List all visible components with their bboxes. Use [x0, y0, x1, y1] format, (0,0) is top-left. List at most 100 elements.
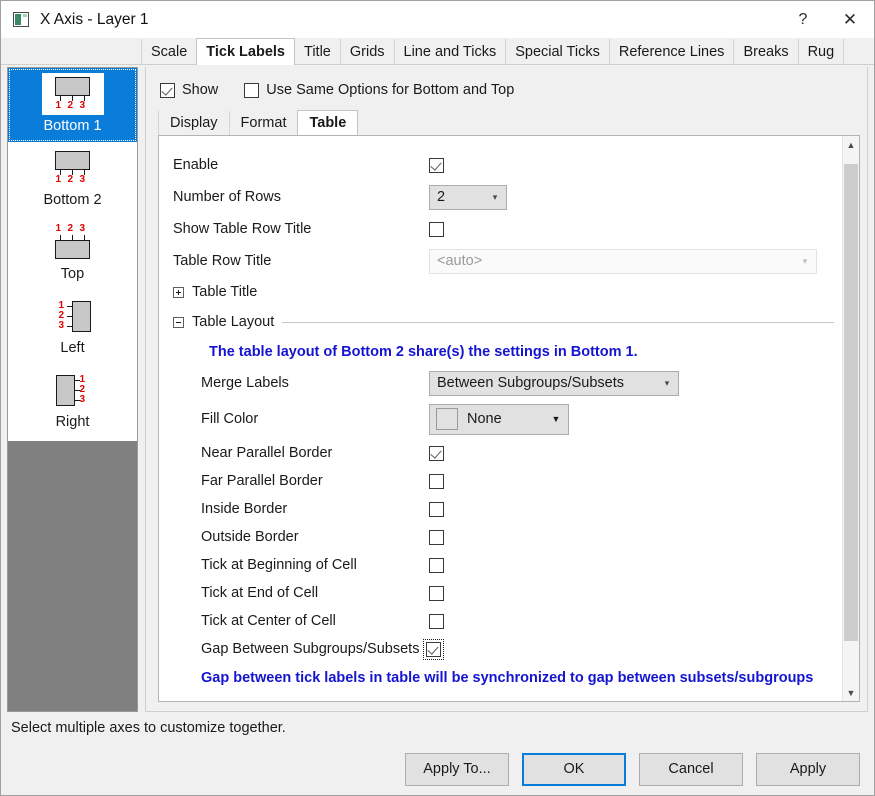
- merge-labels-combobox[interactable]: Between Subgroups/Subsets ▾: [429, 370, 679, 396]
- tab-display[interactable]: Display: [158, 111, 230, 135]
- use-same-options-checkbox-group[interactable]: Use Same Options for Bottom and Top: [244, 82, 514, 98]
- table-row-title-label: Table Row Title: [173, 253, 272, 269]
- axis-item-bottom-2[interactable]: 1 2 3 Bottom 2: [8, 142, 137, 216]
- tab-rug[interactable]: Rug: [797, 39, 845, 65]
- axis-left-glyph: 1 2 3: [41, 295, 104, 337]
- glyph-tick-3: 3: [79, 394, 86, 405]
- gap-note-row: Gap between tick labels in table will be…: [159, 663, 842, 693]
- help-icon[interactable]: ?: [780, 2, 826, 38]
- near-parallel-border-checkbox[interactable]: [429, 445, 444, 461]
- close-icon[interactable]: ✕: [826, 2, 874, 38]
- merge-labels-label: Merge Labels: [201, 375, 289, 391]
- settings-vertical-scrollbar[interactable]: ▲ ▼: [842, 136, 859, 701]
- cancel-button[interactable]: Cancel: [639, 752, 743, 786]
- row-gap-between-subgroups-subsets: Gap Between Subgroups/Subsets: [159, 635, 842, 663]
- far-parallel-border-checkbox[interactable]: [429, 473, 444, 489]
- tab-breaks[interactable]: Breaks: [733, 39, 799, 65]
- axis-dialog-icon: [13, 12, 29, 27]
- axis-selector-list[interactable]: 1 2 3 Bottom 1 1 2 3 Bottom 2 1 2 3 Top …: [7, 67, 138, 712]
- fill-color-label: Fill Color: [201, 411, 259, 427]
- tick-at-end-of-cell-checkbox[interactable]: [429, 585, 444, 601]
- inside-border-checkbox[interactable]: [429, 501, 444, 517]
- chevron-down-icon: ▾: [492, 191, 498, 202]
- row-enable: Enable: [159, 149, 842, 181]
- tab-special-ticks[interactable]: Special Ticks: [505, 39, 610, 65]
- number-of-rows-combobox[interactable]: 2 ▾: [429, 184, 507, 210]
- axis-dialog-window: X Axis - Layer 1 ? ✕ Scale Tick Labels T…: [0, 0, 875, 796]
- tab-reference-lines[interactable]: Reference Lines: [608, 39, 735, 65]
- tick-at-center-of-cell-checkbox[interactable]: [429, 613, 444, 629]
- show-checkbox[interactable]: [160, 82, 175, 98]
- tab-grids[interactable]: Grids: [339, 39, 395, 65]
- gap-between-subgroups-subsets-label: Gap Between Subgroups/Subsets: [201, 641, 420, 657]
- glyph-tick-3: 3: [79, 100, 86, 111]
- caret-down-icon: ▼: [551, 414, 561, 424]
- group-table-title[interactable]: Table Title: [159, 277, 842, 307]
- glyph-tick-3: 3: [79, 223, 86, 234]
- table-title-group-label: Table Title: [192, 284, 258, 300]
- tab-scale[interactable]: Scale: [141, 39, 198, 65]
- pane-top-options: Show Use Same Options for Bottom and Top: [146, 67, 867, 101]
- glyph-tick-2: 2: [67, 223, 74, 234]
- axis-item-top[interactable]: 1 2 3 Top: [8, 216, 137, 290]
- group-table-layout[interactable]: Table Layout: [159, 307, 842, 337]
- share-note-row: The table layout of Bottom 2 share(s) th…: [159, 337, 842, 367]
- glyph-tick-1: 1: [55, 223, 62, 234]
- tick-at-beginning-of-cell-label: Tick at Beginning of Cell: [201, 557, 357, 573]
- scroll-down-icon[interactable]: ▼: [843, 684, 859, 701]
- row-merge-labels: Merge Labels Between Subgroups/Subsets ▾: [159, 367, 842, 399]
- apply-to-button[interactable]: Apply To...: [405, 752, 509, 786]
- enable-checkbox[interactable]: [429, 157, 444, 173]
- row-tick-at-center-of-cell: Tick at Center of Cell: [159, 607, 842, 635]
- far-parallel-border-label: Far Parallel Border: [201, 473, 323, 489]
- glyph-tick-3: 3: [79, 174, 86, 185]
- row-inside-border: Inside Border: [159, 495, 842, 523]
- inner-tab-strip: Display Format Table: [158, 110, 867, 135]
- glyph-tick-2: 2: [67, 100, 74, 111]
- near-parallel-border-label: Near Parallel Border: [201, 445, 333, 461]
- tick-at-beginning-of-cell-checkbox[interactable]: [429, 557, 444, 573]
- fill-color-value: None: [467, 411, 502, 427]
- status-bar: Select multiple axes to customize togeth…: [1, 713, 874, 743]
- table-settings-content: Enable Number of Rows 2 ▾ Show Table Row: [159, 136, 842, 701]
- axis-item-bottom-1[interactable]: 1 2 3 Bottom 1: [8, 68, 137, 142]
- row-far-parallel-border: Far Parallel Border: [159, 467, 842, 495]
- axis-item-right[interactable]: 1 2 3 Right: [8, 364, 137, 438]
- merge-labels-value: Between Subgroups/Subsets: [437, 375, 625, 391]
- tab-title[interactable]: Title: [294, 39, 341, 65]
- gap-note: Gap between tick labels in table will be…: [201, 670, 814, 686]
- table-row-title-value: <auto>: [437, 253, 483, 269]
- tab-line-and-ticks[interactable]: Line and Ticks: [393, 39, 507, 65]
- scrollbar-track[interactable]: [843, 153, 859, 684]
- show-table-row-title-checkbox[interactable]: [429, 221, 444, 237]
- use-same-options-checkbox[interactable]: [244, 82, 260, 98]
- expand-plus-icon[interactable]: [173, 286, 184, 298]
- number-of-rows-value: 2: [437, 189, 446, 205]
- color-swatch: [436, 408, 458, 430]
- scrollbar-thumb[interactable]: [844, 164, 858, 641]
- glyph-tick-3: 3: [58, 320, 65, 331]
- axis-item-left[interactable]: 1 2 3 Left: [8, 290, 137, 364]
- scroll-up-icon[interactable]: ▲: [843, 136, 859, 153]
- table-layout-group-label: Table Layout: [192, 314, 275, 330]
- tab-table[interactable]: Table: [297, 110, 359, 135]
- tab-format[interactable]: Format: [228, 111, 299, 135]
- row-table-row-title: Table Row Title <auto> ▾: [159, 245, 842, 277]
- number-of-rows-label: Number of Rows: [173, 189, 281, 205]
- tick-labels-pane: Show Use Same Options for Bottom and Top…: [145, 67, 868, 712]
- glyph-tick-1: 1: [55, 174, 62, 185]
- dialog-button-bar: Apply To... OK Cancel Apply: [1, 743, 874, 795]
- outside-border-checkbox[interactable]: [429, 529, 444, 545]
- axis-top-glyph: 1 2 3: [41, 221, 104, 263]
- apply-button[interactable]: Apply: [756, 752, 860, 786]
- fill-color-combobox[interactable]: None ▼: [429, 403, 569, 435]
- tick-at-center-of-cell-label: Tick at Center of Cell: [201, 613, 336, 629]
- gap-between-subgroups-subsets-checkbox[interactable]: [423, 638, 444, 660]
- ok-button[interactable]: OK: [522, 752, 626, 786]
- show-checkbox-group[interactable]: Show: [160, 82, 218, 98]
- collapse-minus-icon[interactable]: [173, 316, 184, 328]
- table-row-title-combobox[interactable]: <auto> ▾: [429, 248, 817, 274]
- tab-tick-labels[interactable]: Tick Labels: [196, 38, 295, 65]
- glyph-tick-2: 2: [67, 174, 74, 185]
- show-table-row-title-label: Show Table Row Title: [173, 221, 312, 237]
